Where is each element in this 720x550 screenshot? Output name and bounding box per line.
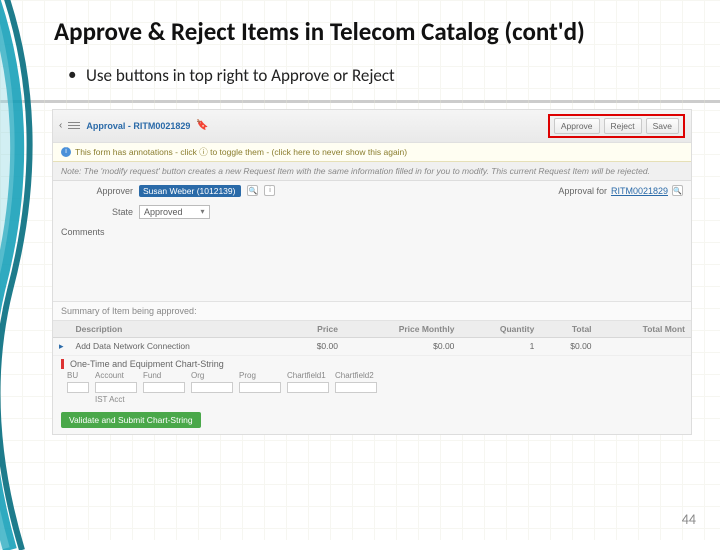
approver-label: Approver	[61, 186, 133, 196]
cell-total-monthly	[598, 337, 691, 355]
col-description: Description	[70, 321, 287, 338]
info-icon[interactable]: i	[61, 147, 71, 157]
bullet-item: Use buttons in top right to Approve or R…	[86, 65, 690, 86]
cs-org-label: Org	[191, 371, 233, 380]
cs-cf2-input[interactable]	[335, 382, 377, 393]
info-small-icon[interactable]: i	[264, 185, 275, 196]
tag-icon[interactable]: 🔖	[196, 120, 208, 131]
page-number: 44	[682, 511, 696, 528]
cs-fund-label: Fund	[143, 371, 185, 380]
cs-cf2-label: Chartfield2	[335, 371, 377, 380]
col-price: Price	[287, 321, 344, 338]
cell-qty: 1	[460, 337, 540, 355]
action-button-highlight: Approve Reject Save	[548, 114, 685, 138]
col-total: Total	[540, 321, 597, 338]
save-button[interactable]: Save	[646, 118, 679, 134]
ist-acct-label: IST Acct	[95, 395, 137, 404]
cell-price-monthly: $0.00	[344, 337, 460, 355]
table-header-row: Description Price Price Monthly Quantity…	[53, 321, 691, 338]
cs-bu-label: BU	[67, 371, 89, 380]
cs-bu-input[interactable]	[67, 382, 89, 393]
slide-title: Approve & Reject Items in Telecom Catalo…	[54, 18, 690, 47]
chartstring-heading: One-Time and Equipment Chart-String	[61, 359, 683, 369]
reject-button[interactable]: Reject	[604, 118, 642, 134]
cs-prog-input[interactable]	[239, 382, 281, 393]
app-header: ‹ Approval - RITM0021829 🔖 Approve Rejec…	[53, 110, 691, 143]
expand-icon[interactable]: ▸	[59, 341, 64, 351]
chevron-down-icon: ▾	[201, 207, 205, 216]
state-label: State	[61, 207, 133, 217]
cs-cf1-label: Chartfield1	[287, 371, 329, 380]
annotation-banner: i This form has annotations - click ⓘ to…	[53, 143, 691, 162]
approver-value[interactable]: Susan Weber (1012139)	[139, 185, 241, 197]
summary-table: Description Price Price Monthly Quantity…	[53, 321, 691, 356]
cs-account-label: Account	[95, 371, 137, 380]
cs-cf1-input[interactable]	[287, 382, 329, 393]
lookup-icon[interactable]: 🔍	[672, 185, 683, 196]
approval-for-label: Approval for	[558, 186, 607, 196]
state-value: Approved	[144, 207, 183, 217]
app-screenshot: ‹ Approval - RITM0021829 🔖 Approve Rejec…	[52, 109, 692, 435]
cell-price: $0.00	[287, 337, 344, 355]
approval-for-link[interactable]: RITM0021829	[611, 186, 668, 196]
approve-button[interactable]: Approve	[554, 118, 600, 134]
note-banner: Note: The 'modify request' button create…	[53, 162, 691, 181]
lookup-icon[interactable]: 🔍	[247, 185, 258, 196]
record-title[interactable]: Approval - RITM0021829	[86, 121, 190, 131]
chartstring-grid: BU Account IST Acct Fund Org Prog Chartfi…	[53, 369, 691, 408]
col-quantity: Quantity	[460, 321, 540, 338]
table-row[interactable]: ▸ Add Data Network Connection $0.00 $0.0…	[53, 337, 691, 355]
cs-account-input[interactable]	[95, 382, 137, 393]
state-select[interactable]: Approved ▾	[139, 205, 210, 219]
cs-fund-input[interactable]	[143, 382, 185, 393]
cs-org-input[interactable]	[191, 382, 233, 393]
summary-heading: Summary of Item being approved:	[53, 301, 691, 321]
menu-icon[interactable]	[68, 120, 80, 131]
col-total-monthly: Total Mont	[598, 321, 691, 338]
comments-label: Comments	[61, 227, 105, 237]
cell-description: Add Data Network Connection	[70, 337, 287, 355]
validate-chartstring-button[interactable]: Validate and Submit Chart-String	[61, 412, 201, 428]
cell-total: $0.00	[540, 337, 597, 355]
back-icon[interactable]: ‹	[59, 120, 62, 131]
cs-prog-label: Prog	[239, 371, 281, 380]
annotation-text: This form has annotations - click ⓘ to t…	[75, 146, 407, 158]
col-price-monthly: Price Monthly	[344, 321, 460, 338]
